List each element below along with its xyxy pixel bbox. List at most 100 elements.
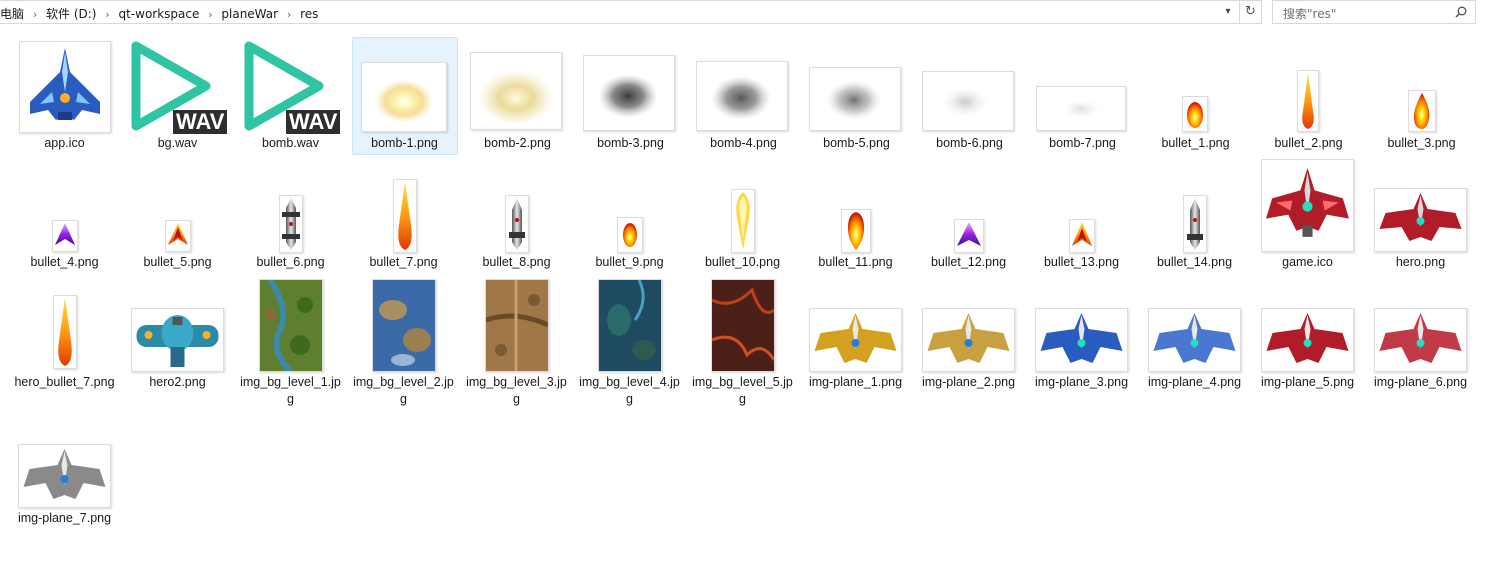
file-item[interactable]: img-plane_5.png <box>1255 277 1360 412</box>
file-item[interactable]: bomb-1.png <box>352 38 457 156</box>
file-item[interactable]: bullet_13.png <box>1029 157 1134 275</box>
search-icon[interactable] <box>1455 6 1467 18</box>
wav-badge: WAV <box>173 110 228 134</box>
breadcrumb-item-this-pc[interactable]: 电脑 <box>0 5 24 22</box>
file-item[interactable]: bullet_5.png <box>125 157 230 275</box>
breadcrumb-item-qt-workspace[interactable]: qt-workspace <box>118 7 199 21</box>
file-name: bullet_8.png <box>482 255 551 269</box>
file-item[interactable]: img-plane_2.png <box>916 277 1021 412</box>
file-item[interactable]: img_bg_level_2.jpg <box>351 277 456 412</box>
fireball-icon <box>1413 93 1430 129</box>
file-thumbnail <box>1408 90 1436 132</box>
refresh-button[interactable]: ↻ <box>1240 0 1262 24</box>
map-thumbnail <box>260 278 322 374</box>
plane-icon <box>1266 313 1349 363</box>
file-thumbnail <box>53 295 77 369</box>
plane-icon <box>1379 313 1462 363</box>
flame-icon <box>1302 73 1314 129</box>
file-item[interactable]: img_bg_level_1.jpg <box>238 277 343 412</box>
file-item[interactable]: bullet_7.png <box>351 157 456 275</box>
file-item[interactable]: img-plane_1.png <box>803 277 908 412</box>
file-name: bullet_4.png <box>30 255 99 269</box>
missile-icon <box>1187 198 1203 250</box>
explosion-icon <box>478 67 554 123</box>
breadcrumb-chevron-icon[interactable]: › <box>96 8 118 21</box>
explosion-icon <box>374 77 434 121</box>
bullet-icon <box>957 222 981 246</box>
file-item[interactable]: bomb-4.png <box>691 38 796 156</box>
file-name: bullet_6.png <box>256 255 325 269</box>
file-item[interactable]: img_bg_level_3.jpg <box>464 277 569 412</box>
file-item[interactable]: img-plane_3.png <box>1029 277 1134 412</box>
breadcrumb-item-drive-d[interactable]: 软件 (D:) <box>46 5 96 22</box>
missile-icon <box>509 198 525 250</box>
file-name: bg.wav <box>157 136 198 150</box>
file-item[interactable]: game.ico <box>1255 157 1360 275</box>
file-name: bullet_5.png <box>143 255 212 269</box>
plane-icon <box>136 315 219 367</box>
file-thumbnail <box>696 61 788 131</box>
file-item[interactable]: bullet_11.png <box>803 157 908 275</box>
file-name: bullet_10.png <box>704 255 781 269</box>
bullet-icon <box>1072 222 1092 246</box>
file-item[interactable]: bomb-6.png <box>917 38 1022 156</box>
address-bar[interactable]: 电脑 › 软件 (D:) › qt-workspace › planeWar › res ▾ <box>0 0 1240 24</box>
file-item[interactable]: bullet_9.png <box>577 157 682 275</box>
file-item[interactable]: WAV bg.wav <box>125 38 230 156</box>
flame-icon <box>58 298 72 366</box>
file-thumbnail <box>1374 188 1467 252</box>
file-item[interactable]: img-plane_4.png <box>1142 277 1247 412</box>
smoke-icon <box>598 74 658 118</box>
wav-badge: WAV <box>286 110 341 134</box>
file-item[interactable]: bullet_3.png <box>1369 38 1474 156</box>
plane-icon <box>814 313 897 363</box>
file-thumbnail <box>372 279 436 372</box>
file-name: bullet_3.png <box>1387 136 1456 150</box>
smoke-icon <box>941 86 989 118</box>
breadcrumb-chevron-icon[interactable]: › <box>278 8 300 21</box>
search-input[interactable]: 搜索"res" <box>1283 5 1336 22</box>
file-thumbnail <box>598 279 662 372</box>
file-item[interactable]: WAV bomb.wav <box>238 38 343 156</box>
breadcrumb-item-res[interactable]: res <box>300 7 318 21</box>
file-thumbnail <box>259 278 323 374</box>
file-item[interactable]: bullet_12.png <box>916 157 1021 275</box>
file-item[interactable]: hero2.png <box>125 277 230 395</box>
file-item[interactable]: bullet_1.png <box>1143 38 1248 156</box>
file-item[interactable]: img-plane_7.png <box>12 413 117 548</box>
file-item[interactable]: bomb-7.png <box>1030 38 1135 156</box>
file-item[interactable]: bomb-2.png <box>465 38 570 156</box>
file-item[interactable]: bullet_10.png <box>690 157 795 275</box>
file-name: bomb-6.png <box>936 136 1003 150</box>
file-item[interactable]: bomb-3.png <box>578 38 683 156</box>
file-item[interactable]: bullet_6.png <box>238 157 343 275</box>
file-thumbnail <box>279 195 303 253</box>
breadcrumb-chevron-icon[interactable]: › <box>199 8 221 21</box>
file-name: bomb-2.png <box>484 136 551 150</box>
file-item[interactable]: bomb-5.png <box>804 38 909 156</box>
file-thumbnail <box>1036 86 1126 131</box>
file-item[interactable]: img-plane_6.png <box>1368 277 1473 412</box>
file-name: bullet_7.png <box>369 255 438 269</box>
fireball-icon <box>623 223 637 247</box>
search-box[interactable]: 搜索"res" <box>1272 0 1476 24</box>
file-item[interactable]: img_bg_level_5.jpg <box>690 277 795 412</box>
file-item[interactable]: bullet_8.png <box>464 157 569 275</box>
file-item[interactable]: bullet_14.png <box>1142 157 1247 275</box>
file-item[interactable]: img_bg_level_4.jpg <box>577 277 682 412</box>
file-item[interactable]: bullet_2.png <box>1256 38 1361 156</box>
breadcrumb-item-planewar[interactable]: planeWar <box>221 7 278 21</box>
file-thumbnail <box>1069 219 1095 253</box>
file-name: bullet_11.png <box>818 255 893 269</box>
breadcrumb-chevron-icon[interactable]: › <box>24 8 46 21</box>
file-name: bullet_13.png <box>1043 255 1120 269</box>
bullet-icon <box>55 223 75 245</box>
file-item[interactable]: bullet_4.png <box>12 157 117 275</box>
file-thumbnail <box>954 219 984 253</box>
plane-icon <box>1266 168 1349 237</box>
file-item[interactable]: hero_bullet_7.png <box>12 277 117 412</box>
file-name: bullet_1.png <box>1161 136 1230 150</box>
chevron-down-icon[interactable]: ▾ <box>1220 4 1236 20</box>
file-item[interactable]: app.ico <box>12 38 117 156</box>
file-item[interactable]: hero.png <box>1368 157 1473 275</box>
